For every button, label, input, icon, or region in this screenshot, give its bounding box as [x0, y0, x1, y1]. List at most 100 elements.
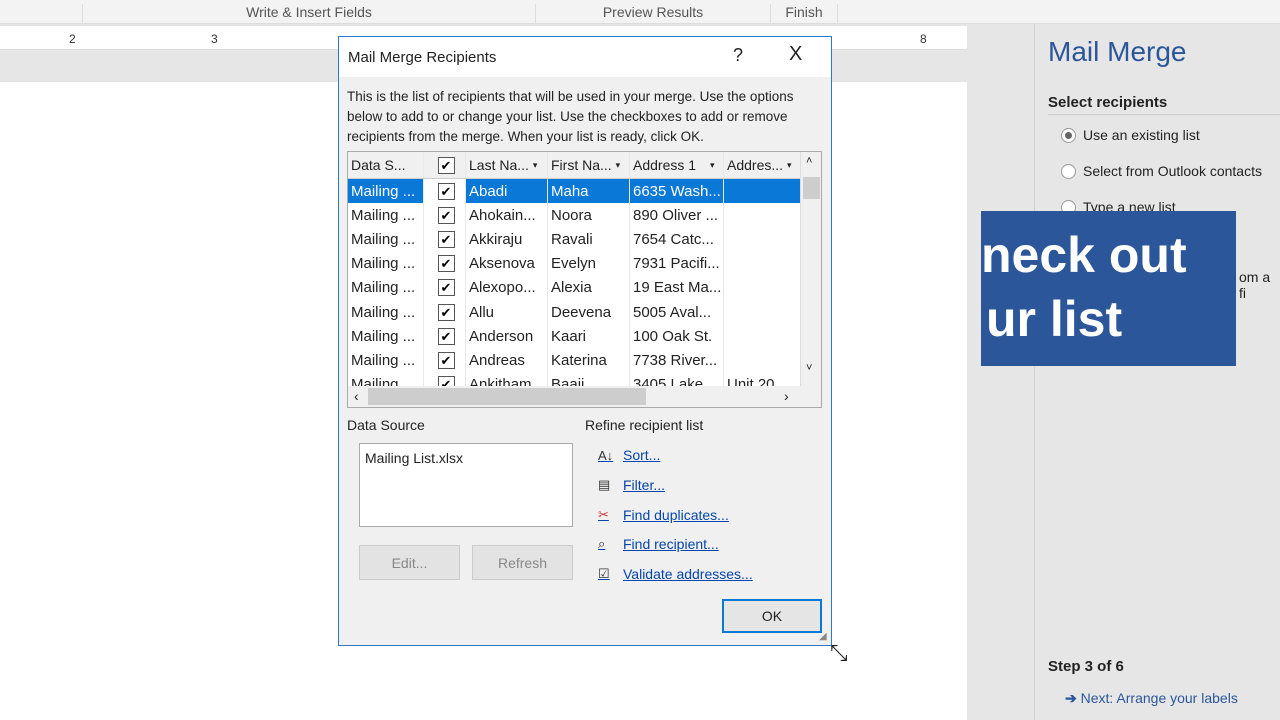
dropdown-arrow-icon: ▾: [615, 159, 621, 170]
partial-text: om a fi: [1239, 269, 1271, 301]
header-label: Address 1: [633, 157, 697, 173]
checkbox-icon[interactable]: ✔: [437, 230, 455, 248]
checkbox-icon[interactable]: ✔: [437, 182, 455, 200]
cell-include[interactable]: ✔: [424, 348, 466, 373]
dialog-title: Mail Merge Recipients: [348, 48, 497, 66]
cell-addr1: 890 Oliver ...: [630, 203, 724, 228]
cell-last: Akkiraju: [466, 227, 548, 252]
duplicates-icon: ✂: [598, 507, 609, 522]
cell-addr1: 5005 Aval...: [630, 299, 724, 325]
cell-addr2: [724, 275, 802, 300]
validate-icon: ☑: [598, 566, 610, 581]
scroll-right-icon[interactable]: ›: [784, 388, 789, 404]
horizontal-scrollbar[interactable]: ‹ ›: [348, 386, 821, 407]
cell-last: Andreas: [466, 348, 548, 373]
column-header-address1[interactable]: Address 1 ▾: [630, 152, 724, 178]
cell-include[interactable]: ✔: [424, 203, 466, 228]
mail-merge-recipients-dialog: Mail Merge Recipients ? X This is the li…: [338, 36, 832, 646]
dropdown-arrow-icon: ▾: [710, 159, 715, 170]
caption-line: neck out: [981, 227, 1187, 283]
cell-source: Mailing ...: [348, 251, 424, 276]
caption-overlay: neck out ur list: [981, 211, 1236, 366]
next-link[interactable]: ➔ Next: Arrange your labels: [1065, 690, 1238, 707]
cell-last: Abadi: [466, 179, 548, 204]
cell-include[interactable]: ✔: [424, 275, 466, 300]
cell-addr2: [724, 203, 802, 228]
cell-include[interactable]: ✔: [424, 324, 466, 349]
cell-source: Mailing ...: [348, 179, 424, 204]
header-label: Addres...: [727, 157, 784, 173]
checkbox-icon[interactable]: ✔: [437, 255, 455, 273]
cell-first: Katerina: [548, 348, 630, 373]
cell-addr2: [724, 324, 802, 349]
radio-icon: [1061, 163, 1076, 179]
radio-label: Select from Outlook contacts: [1083, 163, 1262, 179]
cell-addr1: 7654 Catc...: [630, 227, 724, 252]
table-row[interactable]: Mailing ... ✔ Anderson Kaari 100 Oak St.: [348, 324, 821, 349]
checkbox-icon[interactable]: ✔: [437, 351, 455, 369]
close-button[interactable]: X: [789, 43, 802, 66]
table-row[interactable]: Mailing ... ✔ Ahokain... Noora 890 Oliver ..…: [348, 203, 821, 228]
checkbox-icon[interactable]: ✔: [437, 303, 455, 321]
column-header-data-source[interactable]: Data S...: [348, 152, 424, 178]
cell-last: Allu: [466, 299, 548, 325]
cell-last: Ahokain...: [466, 203, 548, 228]
link-label: Find duplicates...: [623, 507, 729, 523]
cell-include[interactable]: ✔: [424, 179, 466, 204]
edit-button[interactable]: Edit...: [359, 545, 460, 580]
help-button[interactable]: ?: [733, 45, 743, 66]
cell-last: Anderson: [466, 324, 548, 349]
table-row[interactable]: Mailing ... ✔ Andreas Katerina 7738 River...: [348, 348, 821, 373]
checkbox-icon[interactable]: ✔: [437, 206, 455, 224]
scroll-up-icon[interactable]: ˄: [806, 155, 812, 167]
dropdown-arrow-icon: ▾: [787, 159, 792, 170]
ruler-number: 3: [211, 32, 218, 46]
cell-include[interactable]: ✔: [424, 251, 466, 276]
sort-link[interactable]: A↓ Sort...: [598, 447, 660, 463]
recipients-grid[interactable]: Data S... ✔ Last Na... ▾ First Na... ▾ Add…: [347, 151, 822, 408]
dialog-titlebar: Mail Merge Recipients ? X: [339, 37, 831, 77]
mail-merge-pane: Mail Merge Select recipients Use an exis…: [1034, 24, 1280, 720]
filter-link[interactable]: ▤ Filter...: [598, 477, 665, 493]
radio-outlook-contacts[interactable]: Select from Outlook contacts: [1061, 163, 1262, 179]
cell-last: Aksenova: [466, 251, 548, 276]
cell-source: Mailing ...: [348, 227, 424, 252]
table-row[interactable]: Mailing ... ✔ Abadi Maha 6635 Wash...: [348, 179, 821, 204]
checkbox-icon[interactable]: ✔: [437, 327, 455, 345]
link-label: Find recipient...: [623, 536, 719, 552]
cell-addr1: 100 Oak St.: [630, 324, 724, 349]
dropdown-arrow-icon: ▾: [532, 159, 538, 170]
table-row[interactable]: Mailing ... ✔ Allu Deevena 5005 Aval...: [348, 299, 821, 325]
vertical-scrollbar[interactable]: ˄ ˅: [800, 152, 821, 387]
column-header-address2[interactable]: Addres... ▾: [724, 152, 802, 178]
find-duplicates-link[interactable]: ✂ Find duplicates...: [598, 507, 729, 523]
scroll-thumb[interactable]: [803, 177, 820, 199]
data-source-list[interactable]: Mailing List.xlsx: [359, 443, 573, 527]
column-header-check-all[interactable]: ✔: [424, 152, 466, 178]
refresh-button[interactable]: Refresh: [472, 545, 573, 580]
data-source-item[interactable]: Mailing List.xlsx: [365, 450, 463, 466]
scroll-thumb[interactable]: [368, 388, 646, 405]
cell-include[interactable]: ✔: [424, 299, 466, 325]
column-header-first-name[interactable]: First Na... ▾: [548, 152, 630, 178]
ok-button[interactable]: OK: [722, 599, 822, 633]
table-row[interactable]: Mailing ... ✔ Aksenova Evelyn 7931 Pacifi...: [348, 251, 821, 276]
find-recipient-link[interactable]: ⌕ Find recipient...: [598, 536, 719, 552]
column-header-last-name[interactable]: Last Na... ▾: [466, 152, 548, 178]
resize-grip-icon[interactable]: ◢: [819, 631, 827, 642]
cell-include[interactable]: ✔: [424, 227, 466, 252]
scroll-down-icon[interactable]: ˅: [806, 362, 812, 374]
table-row[interactable]: Mailing ... ✔ Alexopo... Alexia 19 East Ma..…: [348, 275, 821, 300]
cell-first: Kaari: [548, 324, 630, 349]
caption-line: ur list: [986, 291, 1123, 347]
validate-addresses-link[interactable]: ☑ Validate addresses...: [598, 566, 753, 582]
ribbon-group-finish: Finish: [770, 4, 838, 24]
table-row[interactable]: Mailing ... ✔ Akkiraju Ravali 7654 Catc...: [348, 227, 821, 252]
radio-existing-list[interactable]: Use an existing list: [1061, 127, 1200, 143]
grid-header: Data S... ✔ Last Na... ▾ First Na... ▾ Add…: [348, 152, 821, 179]
cell-addr2: [724, 348, 802, 373]
checkbox-icon[interactable]: ✔: [437, 279, 455, 297]
checkbox-icon[interactable]: ✔: [437, 156, 455, 174]
scroll-left-icon[interactable]: ‹: [354, 388, 359, 404]
arrow-right-icon: ➔: [1065, 690, 1081, 706]
